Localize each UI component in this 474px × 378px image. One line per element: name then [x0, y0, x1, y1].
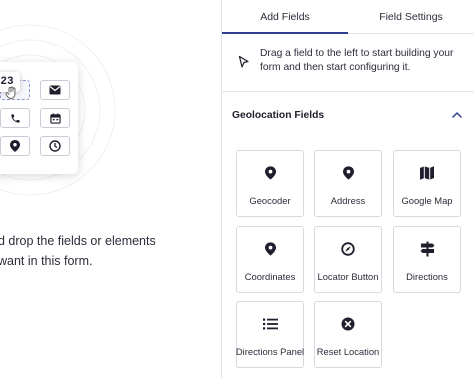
field-label: Directions	[406, 271, 448, 282]
map-pin-icon	[342, 165, 354, 181]
fields-panel: Add Fields Field Settings Drag a field t…	[221, 0, 474, 378]
map-pin-icon	[264, 165, 276, 181]
clock-icon	[40, 136, 70, 156]
phone-icon	[0, 108, 30, 128]
field-google-map[interactable]: Google Map	[393, 150, 461, 217]
map-pin-icon	[264, 241, 276, 257]
field-reset-location[interactable]: Reset Location	[314, 301, 382, 368]
field-label: Directions Panel	[235, 346, 305, 357]
hint-line-2: want in this form.	[0, 254, 93, 268]
hint-line-1: d drop the fields or elements	[0, 234, 156, 248]
calendar-icon	[40, 108, 70, 128]
field-label: Geocoder	[249, 195, 291, 206]
pointer-icon	[238, 55, 249, 68]
panel-tabs: Add Fields Field Settings	[222, 0, 474, 34]
field-address[interactable]: Address	[314, 150, 382, 217]
tab-add-fields[interactable]: Add Fields	[222, 0, 348, 34]
signpost-icon	[420, 241, 435, 257]
list-icon	[262, 316, 278, 332]
geolocation-section-header[interactable]: Geolocation Fields	[222, 96, 474, 134]
envelope-icon	[40, 80, 70, 100]
field-directions[interactable]: Directions	[393, 226, 461, 293]
form-canvas: 23 d drop the fields or elements want in…	[0, 0, 221, 378]
hand-cursor-icon	[5, 86, 16, 99]
field-directions-panel[interactable]: Directions Panel	[236, 301, 304, 368]
field-label: Address	[330, 195, 366, 206]
drag-tip: Drag a field to the left to start buildi…	[222, 34, 474, 92]
field-label: Google Map	[401, 195, 453, 206]
chevron-up-icon	[452, 112, 462, 118]
locate-icon	[341, 241, 355, 257]
tip-text: Drag a field to the left to start buildi…	[260, 48, 454, 73]
close-circle-icon	[341, 316, 355, 332]
field-label: Locator Button	[317, 271, 379, 282]
canvas-hint: d drop the fields or elements want in th…	[0, 231, 218, 271]
field-label: Reset Location	[316, 346, 380, 357]
field-label: Coordinates	[244, 271, 296, 282]
map-icon	[419, 165, 435, 181]
section-title: Geolocation Fields	[232, 109, 325, 121]
tab-field-settings[interactable]: Field Settings	[348, 0, 474, 33]
field-locator-button[interactable]: Locator Button	[314, 226, 382, 293]
map-pin-icon	[0, 136, 30, 156]
field-coordinates[interactable]: Coordinates	[236, 226, 304, 293]
field-geocoder[interactable]: Geocoder	[236, 150, 304, 217]
